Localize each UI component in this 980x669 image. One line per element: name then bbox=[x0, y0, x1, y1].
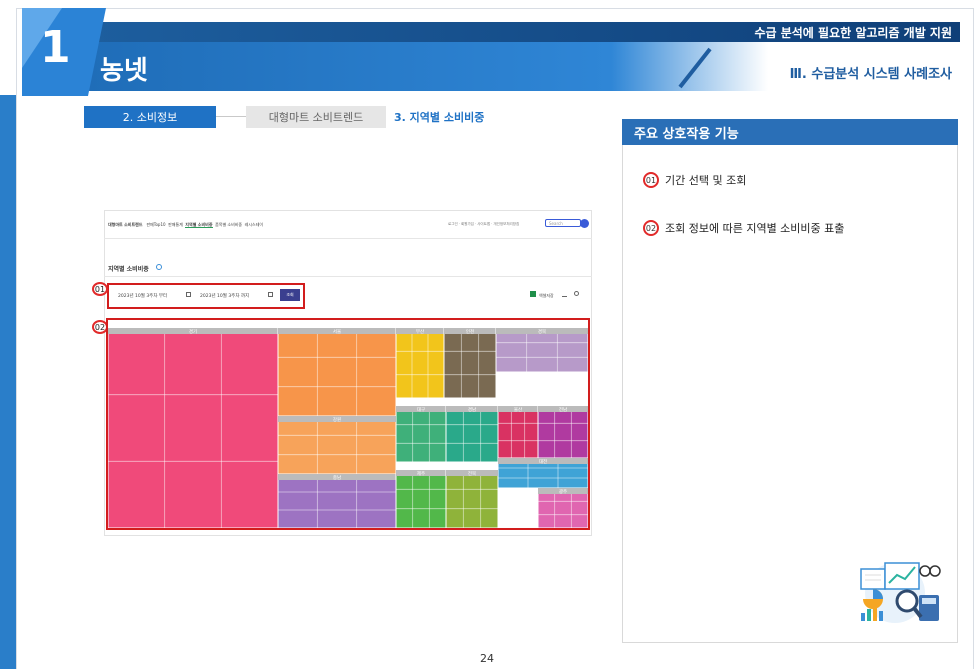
page-subtitle: Ⅲ. 수급분석 시스템 사례조사 bbox=[789, 67, 952, 82]
treemap-region-label: 전북 bbox=[468, 470, 476, 477]
tab-regional-share[interactable]: 3. 지역별 소비비중 bbox=[394, 106, 484, 128]
treemap-region-label: 인천 bbox=[466, 328, 474, 335]
search-icon[interactable] bbox=[580, 219, 589, 228]
screenshot-search-input[interactable]: Search bbox=[545, 219, 581, 227]
query-button[interactable]: 조회 bbox=[280, 289, 300, 301]
treemap-region-block[interactable] bbox=[497, 405, 539, 459]
page-number: 24 bbox=[480, 652, 494, 665]
zoom-icon[interactable] bbox=[574, 291, 579, 296]
tab-consumption-info[interactable]: 2. 소비정보 bbox=[84, 106, 216, 128]
treemap-region-label: 대구 bbox=[417, 406, 425, 413]
treemap-region-block[interactable] bbox=[537, 405, 588, 459]
screenshot-top-links[interactable]: 로그인 · 회원가입 · 사이트맵 · 개인정보처리방침 bbox=[448, 222, 519, 227]
feature-number-badge: 02 bbox=[643, 220, 659, 236]
screenshot-nav-item-active[interactable]: 지역별 소비비중 bbox=[185, 222, 213, 228]
treemap-region-block[interactable] bbox=[395, 327, 445, 399]
treemap-region-block[interactable] bbox=[277, 473, 397, 528]
treemap-region-block[interactable] bbox=[277, 415, 397, 475]
screenshot-section-title: 지역별 소비비중 bbox=[108, 266, 149, 273]
treemap-region-block[interactable] bbox=[443, 327, 497, 399]
screenshot-nav-item[interactable]: 판매통계 bbox=[168, 222, 183, 227]
treemap-region-label: 전남 bbox=[559, 406, 567, 413]
screenshot-nav-item[interactable]: 레시스테이 bbox=[245, 222, 263, 227]
treemap-region-block[interactable] bbox=[108, 327, 279, 528]
feature-number-badge: 01 bbox=[643, 172, 659, 188]
date-from-field[interactable]: 2023년 10월 3주차 부터 bbox=[118, 293, 167, 299]
treemap-region-label: 경기 bbox=[189, 328, 197, 335]
screenshot-brand[interactable]: 대형마트 소비트렌드 bbox=[108, 222, 143, 227]
feature-item: 02 조회 정보에 따른 지역별 소비비중 표출 bbox=[643, 220, 844, 236]
treemap-region-label: 서울 bbox=[333, 328, 341, 335]
treemap-region-label: 충남 bbox=[333, 474, 341, 481]
screenshot-nav-item[interactable]: 판매Top10 bbox=[146, 222, 165, 227]
treemap-region-block[interactable] bbox=[445, 469, 499, 528]
screenshot-nav-item[interactable]: 품목별 소비비중 bbox=[215, 222, 242, 227]
treemap-region-block[interactable] bbox=[395, 405, 447, 463]
screenshot-divider bbox=[104, 276, 592, 277]
treemap-region-label: 울산 bbox=[514, 406, 522, 413]
feature-label: 기간 선택 및 조회 bbox=[665, 174, 747, 187]
treemap-region-label: 제주 bbox=[417, 470, 425, 477]
treemap-region-label: 부산 bbox=[416, 328, 424, 335]
download-icon[interactable] bbox=[562, 291, 567, 297]
section-number: 1 bbox=[40, 22, 71, 73]
screenshot-divider bbox=[104, 238, 592, 239]
annotation-marker: 01 bbox=[92, 282, 108, 296]
treemap-region-block[interactable] bbox=[277, 327, 397, 417]
excel-save-label[interactable]: 엑셀저장 bbox=[539, 293, 554, 299]
excel-icon[interactable] bbox=[530, 291, 536, 297]
left-accent-stripe bbox=[0, 95, 16, 669]
screenshot-nav: 대형마트 소비트렌드 판매Top10 판매통계 지역별 소비비중 품목별 소비비… bbox=[108, 222, 263, 228]
treemap-region-label: 강원 bbox=[333, 416, 341, 423]
help-icon[interactable] bbox=[156, 264, 162, 270]
feature-panel-title: 주요 상호작용 기능 bbox=[622, 119, 958, 145]
date-to-field[interactable]: 2023년 10월 3주차 까지 bbox=[200, 293, 249, 299]
data-analysis-illustration-icon bbox=[860, 562, 941, 623]
treemap-region-block[interactable] bbox=[445, 405, 499, 463]
feature-label: 조회 정보에 따른 지역별 소비비중 표출 bbox=[665, 222, 845, 235]
calendar-icon[interactable] bbox=[186, 292, 191, 297]
treemap-region-label: 광주 bbox=[559, 488, 567, 495]
feature-item: 01 기간 선택 및 조회 bbox=[643, 172, 746, 188]
treemap-region-label: 경북 bbox=[538, 328, 546, 335]
regional-treemap: 경기 서울 부산 인천 경북대구 경남 울산 전남대전광주 강원충남 제주 전북 bbox=[108, 327, 588, 528]
tab-connector bbox=[216, 116, 246, 117]
slash-decoration-icon bbox=[678, 47, 712, 89]
treemap-region-label: 경남 bbox=[468, 406, 476, 413]
tab-mart-trend[interactable]: 대형마트 소비트렌드 bbox=[246, 106, 386, 128]
page-title: 농넷 bbox=[100, 56, 148, 86]
calendar-icon[interactable] bbox=[268, 292, 273, 297]
treemap-region-block[interactable] bbox=[395, 469, 447, 528]
treemap-region-label: 대전 bbox=[539, 458, 547, 465]
top-banner-text: 수급 분석에 필요한 알고리즘 개발 지원 bbox=[754, 26, 952, 40]
